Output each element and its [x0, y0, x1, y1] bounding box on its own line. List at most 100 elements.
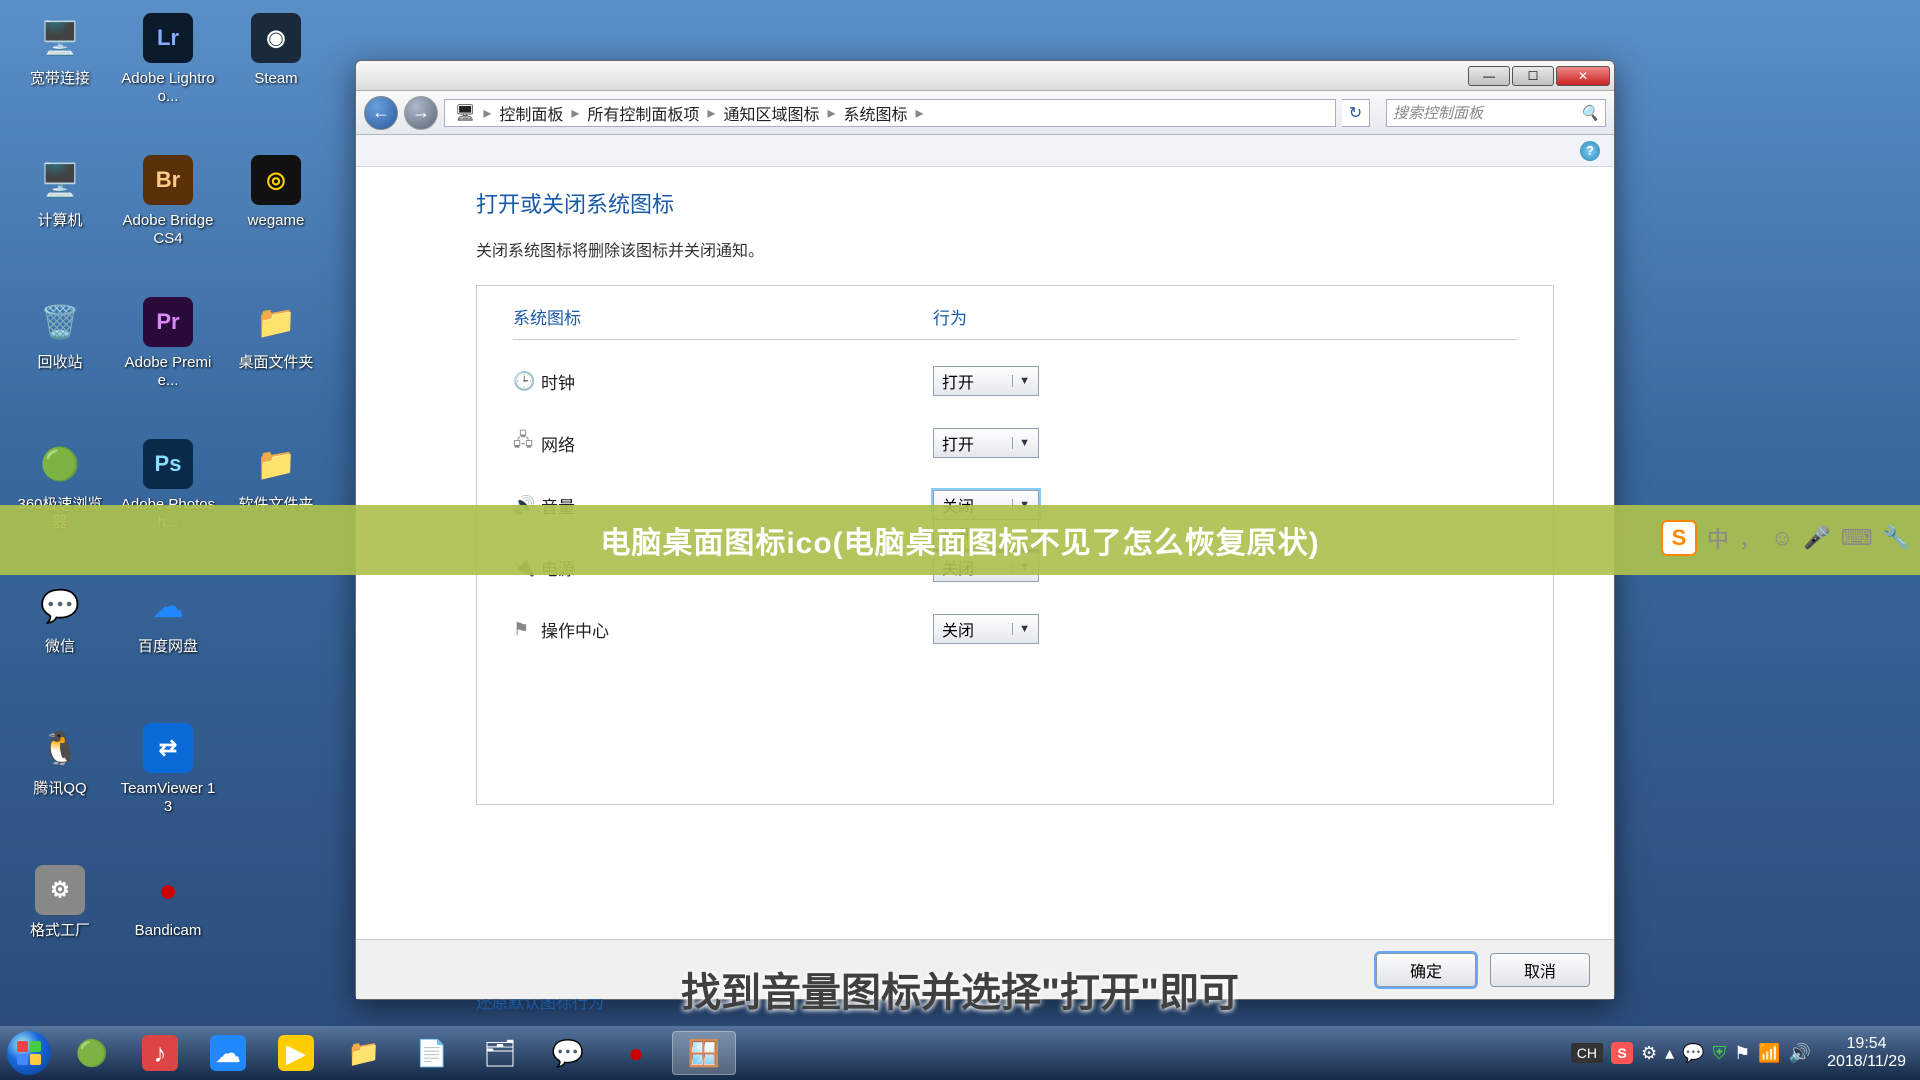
desktop-icon[interactable]: BrAdobe Bridge CS4	[118, 152, 218, 262]
app-icon: ☁	[140, 578, 196, 634]
desktop: 🖥️ 宽带连接 LrAdobe Lightroo... ◉ Steam 🖥️计算机BrAd…	[0, 0, 340, 1000]
tray-shield-icon[interactable]: ⛨	[1713, 1043, 1727, 1064]
icon-label: 腾讯QQ	[10, 780, 110, 798]
refresh-button[interactable]: ↻	[1342, 99, 1370, 127]
app-icon: 📁	[248, 436, 304, 492]
ime-punct-icon[interactable]: ，	[1739, 522, 1761, 554]
app-icon: ⚙	[32, 862, 88, 918]
app-icon: 🐧	[32, 720, 88, 776]
app-icon: ⇄	[140, 720, 196, 776]
computer-icon: 🖥	[451, 103, 479, 123]
ime-toolbar: S 中 ， ☺ 🎤 ⌨ 🔧	[1661, 520, 1910, 556]
icon-label: Steam	[226, 70, 326, 88]
clock-date: 2018/11/29	[1827, 1053, 1906, 1071]
icon-label: Bandicam	[118, 922, 218, 940]
app-icon: Pr	[140, 294, 196, 350]
minimize-button[interactable]: —	[1468, 66, 1510, 86]
tray-volume-icon[interactable]: 🔊	[1789, 1043, 1811, 1064]
taskbar-item[interactable]: ●	[604, 1031, 668, 1075]
icon-label: 回收站	[10, 354, 110, 372]
behavior-select[interactable]: 打开▼	[933, 428, 1039, 458]
behavior-select[interactable]: 关闭▼	[933, 614, 1039, 644]
breadcrumb-item[interactable]: 系统图标	[839, 101, 911, 125]
chevron-right-icon: ▸	[567, 103, 583, 123]
table-row: ⚑操作中心关闭▼	[513, 598, 1517, 660]
back-button[interactable]: ←	[364, 96, 398, 130]
page-description: 关闭系统图标将删除该图标并关闭通知。	[476, 237, 1574, 261]
taskbar-item[interactable]: ♪	[128, 1031, 192, 1075]
clock[interactable]: 19:54 2018/11/29	[1819, 1035, 1914, 1072]
desktop-icon[interactable]: 🐧 腾讯QQ	[10, 720, 110, 830]
row-icon: ⚑	[513, 619, 541, 640]
ime-emoji-icon[interactable]: ☺	[1771, 525, 1793, 551]
desktop-icon[interactable]: ● Bandicam	[118, 862, 218, 972]
desktop-icon[interactable]: ◎wegame	[226, 152, 326, 262]
taskbar-item[interactable]: 🪟	[672, 1031, 736, 1075]
desktop-icon[interactable]: 📁桌面文件夹	[226, 294, 326, 404]
ime-voice-icon[interactable]: 🎤	[1803, 525, 1830, 551]
app-icon: Lr	[140, 10, 196, 66]
taskbar-item[interactable]: 🗂	[468, 1031, 532, 1075]
tray-settings-icon[interactable]: ⚙	[1641, 1043, 1657, 1064]
ime-lang[interactable]: 中	[1707, 522, 1729, 554]
search-placeholder: 搜索控制面板	[1393, 102, 1580, 123]
desktop-icon[interactable]: ⇄ TeamViewer 13	[118, 720, 218, 830]
breadcrumb-item[interactable]: 通知区域图标	[719, 101, 823, 125]
taskbar-item[interactable]: 🟢	[60, 1031, 124, 1075]
app-icon: 🖥️	[32, 10, 88, 66]
row-label: 网络	[541, 431, 933, 456]
tray-flag-icon[interactable]: ⚑	[1734, 1043, 1750, 1064]
col-system-icon: 系统图标	[513, 304, 933, 329]
search-input[interactable]: 搜索控制面板 🔍	[1386, 99, 1606, 127]
tray-up-icon[interactable]: ▴	[1665, 1043, 1674, 1064]
behavior-select[interactable]: 打开▼	[933, 366, 1039, 396]
taskbar-item[interactable]: 📁	[332, 1031, 396, 1075]
desktop-icon[interactable]: LrAdobe Lightroo...	[118, 10, 218, 120]
table-row: 🖧网络打开▼	[513, 412, 1517, 474]
sogou-ime-icon[interactable]: S	[1661, 520, 1697, 556]
breadcrumb[interactable]: 🖥▸控制面板▸所有控制面板项▸通知区域图标▸系统图标▸	[444, 99, 1336, 127]
desktop-icon[interactable]: 💬微信	[10, 578, 110, 688]
taskbar-item[interactable]: ▶	[264, 1031, 328, 1075]
lang-indicator[interactable]: CH	[1571, 1043, 1603, 1063]
app-icon: ◎	[248, 152, 304, 208]
ime-keyboard-icon[interactable]: ⌨	[1841, 525, 1873, 551]
desktop-icon[interactable]: ☁百度网盘	[118, 578, 218, 688]
sogou-tray-icon[interactable]: S	[1611, 1042, 1633, 1064]
chevron-right-icon: ▸	[912, 103, 928, 123]
ime-tool-icon[interactable]: 🔧	[1883, 525, 1910, 551]
app-icon: ◉	[248, 10, 304, 66]
help-icon[interactable]: ?	[1580, 141, 1600, 161]
taskbar-item[interactable]: 📄	[400, 1031, 464, 1075]
titlebar: — ☐ ✕	[356, 61, 1614, 91]
chevron-right-icon: ▸	[823, 103, 839, 123]
app-icon: ●	[140, 862, 196, 918]
clock-time: 19:54	[1827, 1035, 1906, 1053]
table-header: 系统图标 行为	[513, 304, 1517, 340]
desktop-icon[interactable]: 🗑️回收站	[10, 294, 110, 404]
app-icon: Ps	[140, 436, 196, 492]
app-icon: 🖥️	[32, 152, 88, 208]
app-icon: 🟢	[32, 436, 88, 492]
desktop-icon[interactable]: ⚙格式工厂	[10, 862, 110, 972]
taskbar-item[interactable]: 💬	[536, 1031, 600, 1075]
desktop-icon[interactable]: 🖥️计算机	[10, 152, 110, 262]
icon-label: 宽带连接	[10, 70, 110, 88]
desktop-icon[interactable]: ◉ Steam	[226, 10, 326, 120]
subtitle-caption: 找到音量图标并选择"打开"即可	[0, 960, 1920, 1018]
close-button[interactable]: ✕	[1556, 66, 1610, 86]
tray-network-icon[interactable]: 📶	[1758, 1043, 1780, 1064]
desktop-icon[interactable]: 🖥️ 宽带连接	[10, 10, 110, 120]
icon-label: TeamViewer 13	[118, 780, 218, 816]
maximize-button[interactable]: ☐	[1512, 66, 1554, 86]
tray-wechat-icon[interactable]: 💬	[1682, 1043, 1704, 1064]
start-button[interactable]	[0, 1026, 58, 1080]
taskbar: 🟢♪☁▶📁📄🗂💬●🪟 CH S ⚙ ▴ 💬 ⛨ ⚑ 📶 🔊 19:54 2018…	[0, 1026, 1920, 1080]
desktop-icon[interactable]: PrAdobe Premie...	[118, 294, 218, 404]
forward-button[interactable]: →	[404, 96, 438, 130]
breadcrumb-item[interactable]: 所有控制面板项	[583, 101, 703, 125]
system-tray: CH S ⚙ ▴ 💬 ⛨ ⚑ 📶 🔊 19:54 2018/11/29	[1565, 1035, 1920, 1072]
app-icon: 📁	[248, 294, 304, 350]
taskbar-item[interactable]: ☁	[196, 1031, 260, 1075]
breadcrumb-item[interactable]: 控制面板	[495, 101, 567, 125]
